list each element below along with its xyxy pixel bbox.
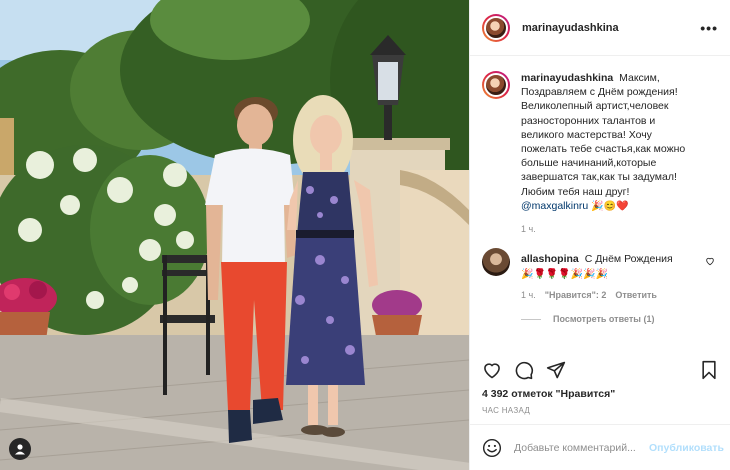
view-replies-button[interactable]: Посмотреть ответы (1) — [521, 314, 718, 324]
caption-username[interactable]: marinayudashkina — [521, 72, 613, 84]
post-photo[interactable] — [0, 0, 469, 470]
comment-icon — [515, 361, 534, 380]
comment-text-block: allashopina С Днём Рождения 🎉🌹🌹🌹🎉🎉🎉 — [521, 252, 701, 282]
caption-emojis: 🎉😊❤️ — [591, 200, 629, 212]
likes-count[interactable]: 4 392 отметок "Нравится" — [482, 388, 615, 400]
author-avatar[interactable] — [482, 13, 510, 42]
comment-text: С Днём Рождения — [584, 253, 673, 266]
share-icon — [546, 361, 566, 379]
smile-icon — [482, 438, 502, 457]
comment-item: allashopina С Днём Рождения 🎉🌹🌹🌹🎉🎉🎉 1 ч.… — [482, 248, 718, 300]
caption-text: Максим, Поздравляем с Днём рождения! Вел… — [521, 72, 686, 198]
comment-meta: 1 ч. "Нравится": 2 Ответить — [521, 290, 701, 300]
comment-avatar[interactable] — [482, 248, 510, 277]
action-bar — [470, 352, 730, 388]
comment-button[interactable] — [514, 360, 534, 380]
reply-button[interactable]: Ответить — [615, 290, 657, 300]
comment-username[interactable]: allashopina — [521, 253, 579, 265]
publish-button[interactable]: Опубликовать — [649, 442, 724, 454]
bookmark-icon — [702, 360, 716, 380]
user-tag-button[interactable] — [9, 438, 31, 460]
heart-icon — [484, 363, 500, 379]
author-username[interactable]: marinayudashkina — [522, 22, 619, 34]
comment-time[interactable]: 1 ч. — [521, 290, 536, 300]
caption-text-block: marinayudashkina Максим, Поздравляем с Д… — [521, 71, 697, 214]
post-header: marinayudashkina ••• — [470, 0, 730, 56]
comment-input[interactable] — [514, 441, 649, 454]
caption: marinayudashkina Максим, Поздравляем с Д… — [482, 71, 718, 234]
more-options-icon[interactable]: ••• — [700, 20, 718, 36]
add-comment-bar: Опубликовать — [470, 424, 730, 470]
user-tag-icon — [15, 444, 25, 455]
replies-divider — [521, 318, 541, 320]
post-sidebar: marinayudashkina ••• marinayudashkina Ма… — [469, 0, 730, 470]
comments-section: marinayudashkina Максим, Поздравляем с Д… — [470, 57, 730, 340]
save-button[interactable] — [700, 360, 718, 380]
caption-mention[interactable]: @maxgalkinru — [521, 200, 588, 212]
comment-likes[interactable]: "Нравится": 2 — [545, 290, 607, 300]
comment-like-heart-icon[interactable] — [705, 256, 715, 266]
like-button[interactable] — [482, 360, 502, 380]
caption-time[interactable]: 1 ч. — [521, 224, 697, 234]
emoji-button[interactable] — [482, 438, 502, 458]
caption-avatar[interactable] — [482, 71, 510, 99]
comment-emojis: 🎉🌹🌹🌹🎉🎉🎉 — [521, 268, 609, 280]
post-date[interactable]: ЧАС НАЗАД — [482, 406, 530, 415]
photo-scene — [0, 0, 469, 470]
share-button[interactable] — [546, 360, 566, 380]
view-replies-label: Посмотреть ответы (1) — [553, 314, 655, 325]
